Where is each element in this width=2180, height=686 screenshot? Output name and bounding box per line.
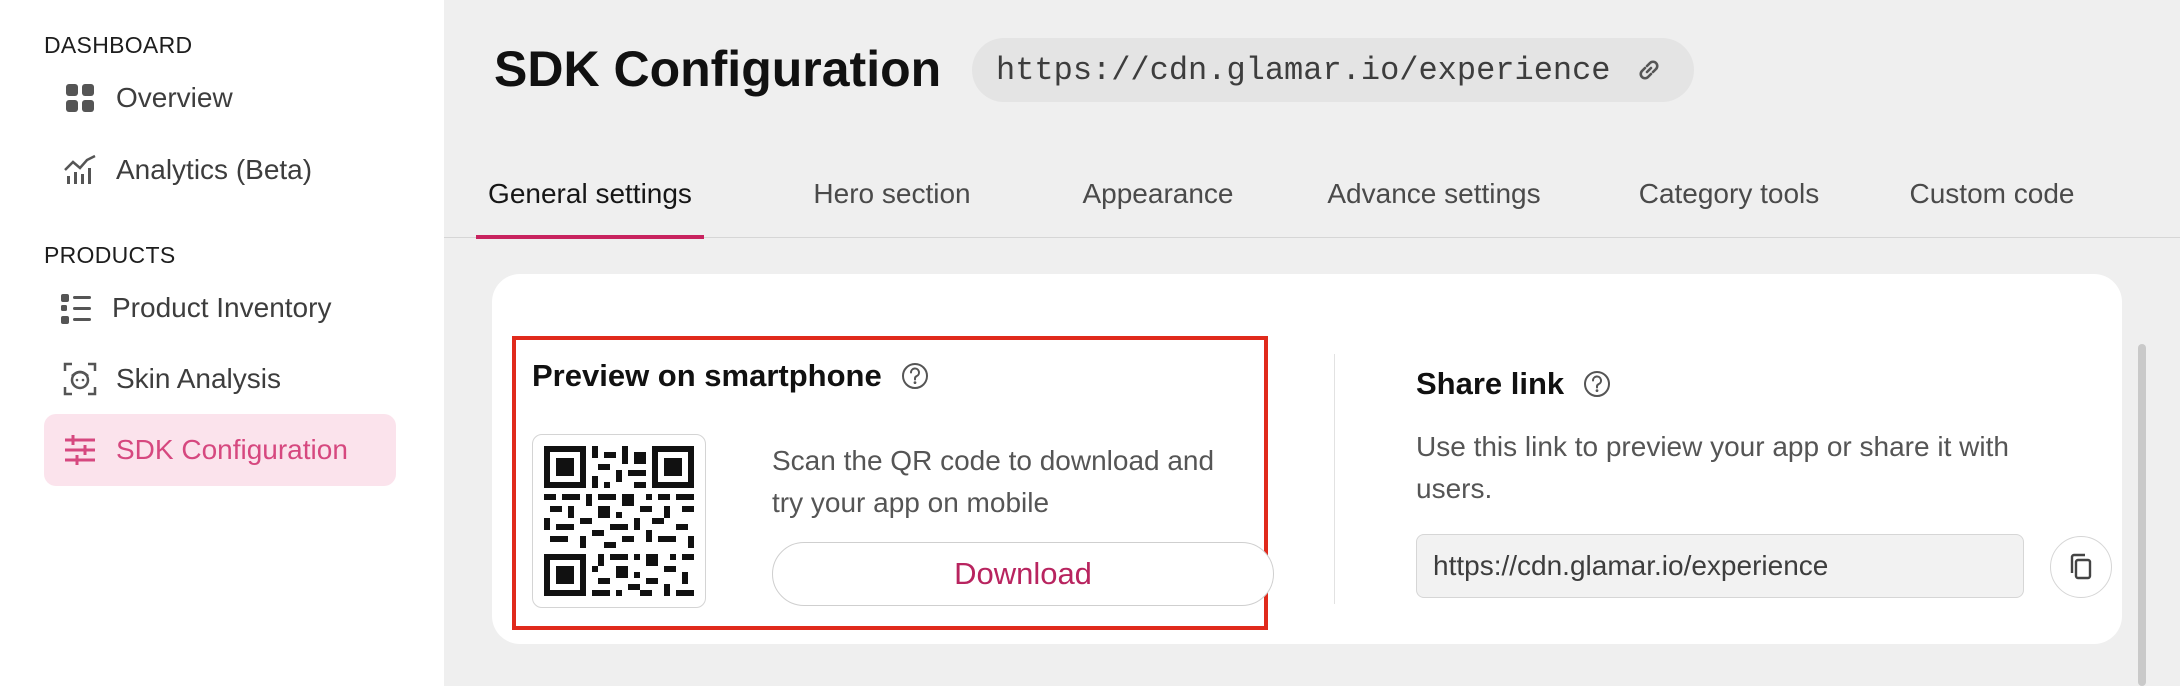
settings-card: Preview on smartphone Scan the QR code t…: [492, 274, 2122, 644]
link-icon[interactable]: [1635, 56, 1663, 84]
tab-category-tools[interactable]: Category tools: [1624, 150, 1834, 238]
sliders-icon: [62, 432, 98, 468]
url-chip[interactable]: https://cdn.glamar.io/experience: [972, 38, 1694, 102]
section-heading-dashboard: DASHBOARD: [44, 32, 193, 58]
share-description: Use this link to preview your app or sha…: [1416, 431, 2009, 504]
help-icon[interactable]: [1582, 369, 1612, 399]
sidebar-item-product-inventory[interactable]: Product Inventory: [44, 272, 396, 344]
scrollbar[interactable]: [2138, 344, 2146, 686]
preview-description: Scan the QR code to download and try you…: [772, 445, 1215, 518]
share-section-title: Share link: [1416, 366, 1612, 402]
preview-title-text: Preview on smartphone: [532, 358, 882, 393]
sidebar-item-label: Analytics (Beta): [116, 154, 313, 185]
sidebar-item-label: Skin Analysis: [116, 363, 281, 394]
sidebar-item-skin-analysis[interactable]: Skin Analysis: [44, 343, 396, 415]
copy-link-button[interactable]: [2050, 536, 2112, 598]
list-icon: [58, 290, 94, 326]
sidebar-item-label: SDK Configuration: [116, 434, 348, 465]
sidebar-item-label: Product Inventory: [112, 292, 332, 323]
analytics-icon: [62, 152, 98, 188]
tab-appearance[interactable]: Appearance: [1070, 150, 1246, 238]
url-text: https://cdn.glamar.io/experience: [996, 51, 1611, 89]
section-heading-products: PRODUCTS: [44, 242, 176, 268]
help-icon[interactable]: [900, 361, 930, 391]
sidebar: DASHBOARD Overview Analytics (Beta) PROD…: [0, 0, 444, 686]
preview-section-title: Preview on smartphone: [532, 358, 930, 394]
sidebar-item-analytics[interactable]: Analytics (Beta): [44, 134, 396, 206]
tab-general-settings[interactable]: General settings: [476, 150, 704, 239]
main-content: SDK Configuration https://cdn.glamar.io/…: [444, 0, 2180, 686]
section-divider: [1334, 354, 1335, 604]
tab-hero-section[interactable]: Hero section: [792, 150, 992, 238]
copy-icon: [2066, 552, 2096, 582]
share-link-field[interactable]: https://cdn.glamar.io/experience: [1416, 534, 2024, 598]
grid-icon: [62, 80, 98, 116]
download-button[interactable]: Download: [772, 542, 1274, 606]
page-title: SDK Configuration: [494, 41, 942, 97]
face-scan-icon: [62, 361, 98, 397]
qr-code: [532, 434, 706, 608]
sidebar-item-overview[interactable]: Overview: [44, 62, 396, 134]
sidebar-item-label: Overview: [116, 82, 233, 113]
share-title-text: Share link: [1416, 366, 1565, 401]
tab-custom-code[interactable]: Custom code: [1900, 150, 2084, 238]
tab-bar: General settings Hero section Appearance…: [444, 150, 2180, 239]
tab-advance-settings[interactable]: Advance settings: [1316, 150, 1552, 238]
sidebar-item-sdk-configuration[interactable]: SDK Configuration: [44, 414, 396, 486]
